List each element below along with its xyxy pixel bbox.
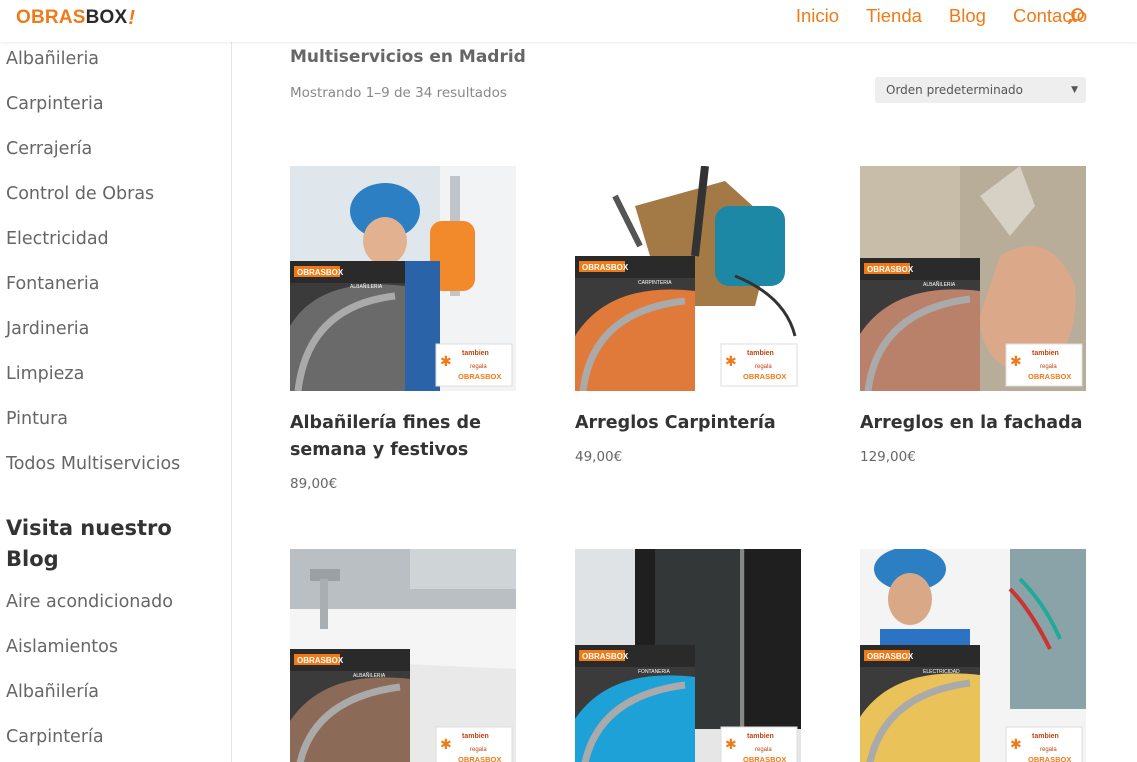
gift-line3: OBRASBOX <box>1028 372 1071 381</box>
logo-text-box: BOX <box>85 7 128 28</box>
box-label: ALBAÑILERIA <box>350 283 383 290</box>
gift-line2: regala <box>755 364 772 370</box>
blog-link-albanileria[interactable]: Albañilería <box>6 680 99 704</box>
gift-line2: regala <box>1040 364 1057 370</box>
box-brand: OBRASBOX <box>297 268 344 277</box>
gift-line3: OBRASBOX <box>458 755 501 762</box>
box-brand: OBRASBOX <box>867 265 914 274</box>
sidebar-item-cerrajeria[interactable]: Cerrajería <box>6 137 92 161</box>
nav-inicio[interactable]: Inicio <box>796 4 839 28</box>
gift-line3: OBRASBOX <box>743 755 786 762</box>
product-image[interactable]: OBRASBOX ALBAÑILERIA tambien regala OBRA… <box>290 549 516 762</box>
gift-icon: ✱ <box>1010 737 1022 753</box>
product-image[interactable]: OBRASBOX CARPINTERIA tambien regala OBRA… <box>575 166 801 391</box>
box-label: FONTANERIA <box>638 669 671 675</box>
gift-line2: regala <box>1040 747 1057 753</box>
product-price: 89,00€ <box>290 476 338 492</box>
logo-text-obras: OBRAS <box>16 7 86 28</box>
nav-blog[interactable]: Blog <box>949 4 986 28</box>
product-image[interactable]: OBRASBOX FONTANERIA tambien regala OBRAS… <box>575 549 801 762</box>
sidebar-item-electricidad[interactable]: Electricidad <box>6 227 109 251</box>
box-brand: OBRASBOX <box>297 656 344 665</box>
sidebar-item-jardineria[interactable]: Jardineria <box>6 317 89 341</box>
box-brand: OBRASBOX <box>582 263 629 272</box>
gift-line1: tambien <box>747 350 774 357</box>
gift-line1: tambien <box>1032 733 1059 740</box>
product-image[interactable]: OBRASBOX ALBAÑILERIA tambien regala OBRA… <box>290 166 516 391</box>
box-label: ELECTRICIDAD <box>923 669 960 675</box>
gift-line2: regala <box>470 364 487 370</box>
blog-link-carpinteria[interactable]: Carpintería <box>6 725 104 749</box>
product-title[interactable]: Arreglos Carpintería <box>575 410 801 437</box>
blog-link-aislamientos[interactable]: Aislamientos <box>6 635 118 659</box>
box-brand: OBRASBOX <box>582 652 629 661</box>
box-brand: OBRASBOX <box>867 652 914 661</box>
box-label: CARPINTERIA <box>638 280 672 286</box>
sidebar-item-carpinteria[interactable]: Carpinteria <box>6 92 104 116</box>
gift-icon: ✱ <box>1010 354 1022 370</box>
box-label: ALBAÑILERIA <box>353 672 386 679</box>
gift-icon: ✱ <box>725 737 737 753</box>
gift-line1: tambien <box>462 350 489 357</box>
result-count: Mostrando 1–9 de 34 resultados <box>290 85 507 101</box>
gift-line2: regala <box>470 747 487 753</box>
nav-tienda[interactable]: Tienda <box>866 4 922 28</box>
gift-line3: OBRASBOX <box>458 372 501 381</box>
gift-line2: regala <box>755 747 772 753</box>
sidebar-item-fontaneria[interactable]: Fontaneria <box>6 272 99 296</box>
sidebar-item-albanileria[interactable]: Albañileria <box>6 47 99 71</box>
blog-link-aire-acondicionado[interactable]: Aire acondicionado <box>6 590 173 614</box>
sidebar: Albañileria Carpinteria Cerrajería Contr… <box>0 42 232 762</box>
sidebar-item-todos-multiservicios[interactable]: Todos Multiservicios <box>6 452 180 476</box>
sidebar-item-control-de-obras[interactable]: Control de Obras <box>6 182 154 206</box>
gift-line1: tambien <box>1032 350 1059 357</box>
sidebar-item-limpieza[interactable]: Limpieza <box>6 362 84 386</box>
sidebar-item-pintura[interactable]: Pintura <box>6 407 68 431</box>
product-title[interactable]: Arreglos en la fachada <box>860 410 1086 437</box>
gift-icon: ✱ <box>440 737 452 753</box>
blog-widget-heading: Visita nuestro Blog <box>6 516 172 571</box>
orderby-value: Orden predeterminado <box>886 83 1024 97</box>
product-price: 49,00€ <box>575 449 623 465</box>
main-nav: Inicio Tienda Blog Contacto <box>796 4 1087 28</box>
gift-line1: tambien <box>747 733 774 740</box>
orderby-select[interactable]: Orden predeterminado ▼ <box>875 77 1086 103</box>
box-label: ALBAÑILERIA <box>923 281 956 288</box>
product-image[interactable]: OBRASBOX ELECTRICIDAD tambien regala OBR… <box>860 549 1086 762</box>
gift-line1: tambien <box>462 733 489 740</box>
product-image[interactable]: OBRASBOX ALBAÑILERIA tambien regala OBRA… <box>860 166 1086 391</box>
gift-line3: OBRASBOX <box>1028 755 1071 762</box>
gift-line3: OBRASBOX <box>743 372 786 381</box>
chevron-down-icon: ▼ <box>1071 85 1078 95</box>
site-header: OBRAS BOX! Inicio Tienda Blog Contacto <box>0 0 1137 42</box>
gift-icon: ✱ <box>725 354 737 370</box>
page-title: Multiservicios en Madrid <box>290 47 526 67</box>
site-logo[interactable]: OBRAS BOX! <box>16 4 135 32</box>
product-price: 129,00€ <box>860 449 916 465</box>
logo-exclamation: ! <box>128 6 136 29</box>
gift-icon: ✱ <box>440 354 452 370</box>
search-icon[interactable] <box>1067 7 1085 25</box>
product-title[interactable]: Albañilería fines de semana y festivos <box>290 410 516 464</box>
